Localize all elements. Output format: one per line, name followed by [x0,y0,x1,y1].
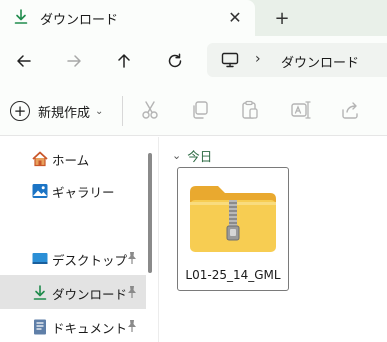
sidebar-item-label: ダウンロード [52,287,128,302]
sidebar-item-downloads[interactable]: ダウンロード [0,275,146,309]
file-list: ⌄ 今日 L01-25_14_GML [160,137,387,342]
tab-title: ダウンロード [40,13,119,28]
pin-icon [128,252,136,264]
sidebar-item-home[interactable]: ホーム [0,141,146,175]
breadcrumb-separator[interactable]: › [255,51,261,67]
sidebar-item-label: ドキュメント [52,321,128,336]
sidebar-scrollbar[interactable] [148,153,152,273]
download-icon [33,285,47,300]
computer-icon [221,52,239,68]
new-button-label: 新規作成 [38,105,91,121]
copy-icon[interactable] [189,99,211,121]
sidebar-item-label: デスクトップ [52,253,128,268]
file-name: L01-25_14_GML [185,268,281,282]
sidebar-item-desktop[interactable]: デスクトップ [0,241,146,275]
new-button[interactable]: + 新規作成 ⌄ [10,98,103,124]
file-item[interactable]: L01-25_14_GML [177,167,289,291]
sidebar-item-documents[interactable]: ドキュメント [0,309,146,342]
plus-circle-icon: + [10,101,30,121]
paste-icon[interactable] [239,99,261,121]
documents-icon [34,319,46,335]
tab-strip: ダウンロード ✕ + [0,0,387,36]
up-button[interactable] [111,48,137,74]
pin-icon [128,320,136,332]
zip-folder-icon [190,186,276,252]
chevron-down-icon: ⌄ [95,105,104,117]
download-icon [14,9,28,24]
chevron-down-icon: ⌄ [172,149,182,162]
group-header-today[interactable]: ⌄ 今日 [172,146,212,165]
navigation-bar: › ダウンロード [0,36,387,84]
pane-divider[interactable] [158,137,159,342]
home-icon [32,151,48,167]
address-bar[interactable]: › ダウンロード [207,43,387,77]
navigation-pane: ホーム ギャラリー デスクトップ ダウンロード ドキュメント [0,137,156,342]
arrow-right-icon [67,55,81,67]
sidebar-item-label: ホーム [52,153,90,168]
arrow-left-icon [17,55,31,67]
rename-icon[interactable] [289,99,311,121]
sidebar-item-gallery[interactable]: ギャラリー [0,173,146,207]
refresh-icon [168,53,182,68]
gallery-icon [32,184,48,198]
share-icon[interactable] [339,99,361,121]
desktop-icon [32,253,48,264]
group-label: 今日 [187,149,213,164]
close-tab-icon[interactable]: ✕ [224,6,246,28]
toolbar-divider [122,96,123,126]
arrow-up-icon [118,54,130,68]
tab-downloads[interactable]: ダウンロード ✕ [0,0,255,36]
pin-icon [128,286,136,298]
breadcrumb-downloads[interactable]: ダウンロード [281,52,359,71]
refresh-button[interactable] [162,48,188,74]
forward-button[interactable] [61,48,87,74]
new-tab-button[interactable]: + [270,6,294,30]
back-button[interactable] [11,48,37,74]
command-bar: + 新規作成 ⌄ [0,84,387,136]
cut-icon[interactable] [139,99,161,121]
sidebar-item-label: ギャラリー [52,185,115,200]
